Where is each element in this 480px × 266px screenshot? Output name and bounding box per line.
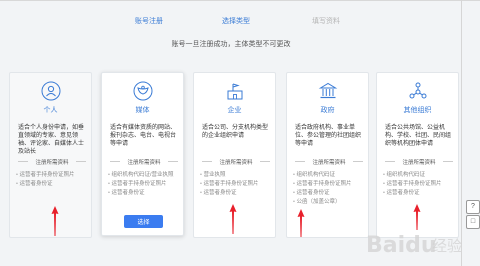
baidu-watermark-logo: Baidu 经验 [366, 233, 462, 258]
help-tool-button[interactable]: ? [466, 200, 480, 214]
media-icon [133, 81, 153, 101]
card-title: 媒体 [135, 107, 150, 114]
requirement-item: 运营者身份证 [293, 189, 367, 198]
requirements-list: 营业执照 运营者手持身份证照片 运营者身份证 [200, 171, 274, 198]
card-description: 适合公共场馆、公益机构、学校、社团、民间组织等机构团体申请 [385, 125, 452, 147]
card-section-label: 注册所需资料 [18, 158, 86, 166]
red-arrow-icon [51, 206, 59, 236]
card-section-label: 注册所需资料 [202, 158, 270, 166]
requirement-item: 组织机构代码证/营业执照 [108, 171, 182, 180]
requirement-item: 运营者身份证 [200, 189, 274, 198]
requirements-list: 运营者手持身份证照片 运营者身份证 [16, 171, 90, 189]
svg-text:Baidu: Baidu [366, 233, 437, 258]
top-border [0, 0, 480, 1]
card-section-label: 注册所需资料 [110, 158, 178, 166]
card-title: 政府 [320, 107, 335, 114]
requirement-item: 营业执照 [200, 171, 274, 180]
requirement-item: 运营者手持身份证照片 [200, 180, 274, 189]
card-section-label: 注册所需资料 [295, 158, 363, 166]
requirement-item: 组织机构代码证 [293, 171, 367, 180]
card-description: 适合个人身份申请，如垂直领域的专家、意见领袖、评论家、自媒体人士及站长 [18, 125, 85, 155]
type-notice: 账号一旦注册成功，主体类型不可更改 [171, 41, 291, 48]
requirement-item: 组织机构代码证 [383, 171, 457, 180]
requirement-item: 运营者身份证 [16, 180, 90, 189]
requirement-item: 运营者手持身份证照片 [108, 180, 182, 189]
card-description: 适合有媒体资质的网站、报刊杂志、电台、电视台等申请 [110, 125, 177, 147]
type-card-media[interactable]: 媒体 适合有媒体资质的网站、报刊杂志、电台、电视台等申请 注册所需资料 组织机构… [101, 72, 184, 236]
requirement-item: 运营者手持身份证照片 [16, 171, 90, 180]
card-title: 其他组织 [403, 107, 432, 114]
card-description: 适合政府机构、事业单位、参公管理的社团组织等申请 [295, 125, 362, 147]
requirements-list: 组织机构代码证 运营者手持身份证照片 运营者身份证 [383, 171, 457, 198]
requirement-item: 运营者身份证 [108, 189, 182, 198]
requirement-item: 运营者手持身份证照片 [293, 180, 367, 189]
government-building-icon [318, 82, 338, 99]
step-account-register[interactable]: 账号注册 [135, 16, 163, 26]
choose-button[interactable]: 选择 [124, 215, 163, 228]
card-description: 适合公司、分支机构类型的企业组织申请 [202, 125, 269, 139]
requirements-list: 组织机构代码证/营业执照 运营者手持身份证照片 运营者身份证 [108, 171, 182, 198]
step-fill-info: 填写资料 [312, 18, 340, 25]
registration-steps: 账号注册 选择类型 填写资料 [0, 16, 480, 30]
requirement-item: 运营者手持身份证照片 [383, 180, 457, 189]
card-section-label: 注册所需资料 [385, 158, 453, 166]
red-arrow-icon [297, 209, 305, 237]
requirement-item: 运营者身份证 [383, 189, 457, 198]
red-arrow-icon [229, 204, 237, 234]
card-title: 企业 [227, 107, 242, 114]
step-choose-type[interactable]: 选择类型 [222, 16, 250, 26]
svg-text:经验: 经验 [432, 237, 462, 255]
requirements-list: 组织机构代码证 运营者手持身份证照片 运营者身份证 公函（加盖公章） [293, 171, 367, 207]
organization-network-icon [409, 82, 427, 99]
requirement-item: 公函（加盖公章） [293, 198, 367, 207]
card-title: 个人 [43, 107, 58, 114]
building-flag-icon [227, 83, 243, 100]
person-icon [41, 81, 61, 101]
